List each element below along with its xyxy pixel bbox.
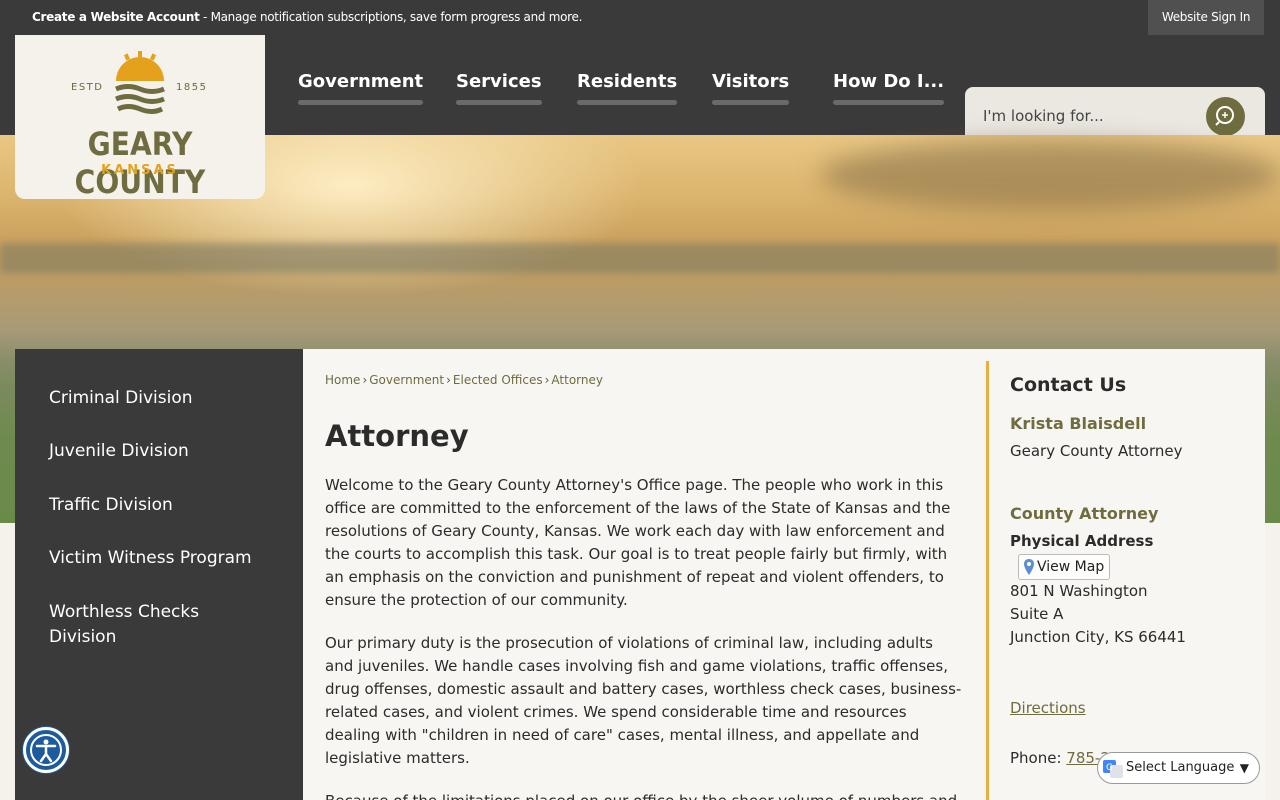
- logo-state: KANSAS: [101, 163, 179, 178]
- contact-person-title: Geary County Attorney: [1010, 442, 1183, 460]
- chevron-down-icon: ▼: [1239, 761, 1249, 775]
- breadcrumb-separator: ›: [362, 373, 368, 387]
- breadcrumb-government[interactable]: Government: [369, 373, 444, 387]
- nav-how-do-i[interactable]: How Do I...: [833, 71, 945, 105]
- address-line1: 801 N Washington: [1010, 582, 1148, 600]
- duties-paragraph: Our primary duty is the prosecution of v…: [325, 634, 962, 767]
- create-account-text: - Manage notification subscriptions, sav…: [199, 10, 583, 24]
- language-select[interactable]: G Select Language ▼: [1097, 752, 1260, 784]
- nav-how-do-i-label: How Do I...: [833, 71, 945, 92]
- logo-year: 1855: [176, 82, 208, 93]
- sidebar-item-victim-witness[interactable]: Victim Witness Program: [49, 546, 279, 571]
- contact-person: Krista Blaisdell: [1010, 414, 1147, 433]
- hero-cloud: [820, 140, 1280, 210]
- contact-office: County Attorney: [1010, 504, 1159, 523]
- directions-link[interactable]: Directions: [1010, 699, 1086, 717]
- nav-government[interactable]: Government: [298, 71, 424, 105]
- breadcrumb: Home › Government › Elected Offices › Attorney: [325, 373, 603, 387]
- sign-in-button[interactable]: Website Sign In: [1148, 0, 1264, 35]
- sidebar-item-criminal-division[interactable]: Criminal Division: [49, 386, 279, 411]
- sidebar-item-worthless-checks[interactable]: Worthless Checks Division: [49, 600, 239, 650]
- limitations-paragraph: Because of the limitations placed on our…: [325, 790, 965, 800]
- nav-visitors-label: Visitors: [712, 71, 790, 92]
- address-label: Physical Address: [1010, 532, 1154, 550]
- search-icon: [1215, 106, 1234, 126]
- svg-text:G: G: [1106, 763, 1113, 773]
- view-map-label: View Map: [1037, 559, 1105, 575]
- county-logo[interactable]: ESTD 1855 GEARY COUNTY KANSAS: [15, 35, 265, 201]
- contact-heading: Contact Us: [1010, 374, 1127, 396]
- create-account-message[interactable]: Create a Website Account - Manage notifi…: [32, 10, 582, 24]
- hero-horizon: [0, 243, 1280, 273]
- sun-logo-icon: [115, 51, 165, 114]
- logo-estd: ESTD: [71, 82, 104, 93]
- view-map-button[interactable]: View Map: [1018, 554, 1110, 580]
- notification-bar: Create a Website Account - Manage notifi…: [0, 0, 1280, 35]
- sidebar-item-traffic-division[interactable]: Traffic Division: [49, 493, 279, 518]
- nav-underline: [298, 100, 424, 105]
- phone-label: Phone:: [1010, 749, 1067, 767]
- nav-services[interactable]: Services: [456, 71, 542, 105]
- nav-underline: [456, 100, 542, 105]
- accessibility-icon: [30, 734, 62, 766]
- sidebar-item-juvenile-division[interactable]: Juvenile Division: [49, 439, 279, 464]
- language-label: Select Language: [1126, 760, 1235, 775]
- search-button[interactable]: [1206, 97, 1245, 136]
- nav-underline: [577, 100, 678, 105]
- address-line2: Suite A: [1010, 605, 1064, 623]
- breadcrumb-separator: ›: [446, 373, 451, 387]
- phone-line: Phone: 785-2: [1010, 749, 1110, 767]
- map-pin-icon: [1024, 559, 1034, 575]
- breadcrumb-elected-offices[interactable]: Elected Offices: [453, 373, 543, 387]
- intro-paragraph: Welcome to the Geary County Attorney's O…: [325, 476, 951, 609]
- breadcrumb-home[interactable]: Home: [325, 373, 360, 387]
- google-translate-icon: G: [1103, 760, 1123, 778]
- nav-services-label: Services: [456, 71, 542, 92]
- nav-visitors[interactable]: Visitors: [712, 71, 790, 105]
- nav-residents-label: Residents: [577, 71, 678, 92]
- nav-government-label: Government: [298, 71, 424, 92]
- main-content: Home › Government › Elected Offices › Attorney…: [303, 349, 1265, 800]
- nav-residents[interactable]: Residents: [577, 71, 678, 105]
- breadcrumb-attorney[interactable]: Attorney: [551, 373, 603, 387]
- directions-link-wrap: Directions: [1010, 699, 1086, 717]
- address-line3: Junction City, KS 66441: [1010, 628, 1186, 646]
- accessibility-button[interactable]: [23, 727, 69, 773]
- nav-underline: [712, 100, 790, 105]
- create-account-link[interactable]: Create a Website Account: [32, 10, 200, 24]
- breadcrumb-separator: ›: [544, 373, 550, 387]
- contact-divider: [986, 361, 989, 800]
- page-title: Attorney: [325, 419, 469, 453]
- search-input[interactable]: [983, 105, 1183, 127]
- nav-underline: [833, 100, 945, 105]
